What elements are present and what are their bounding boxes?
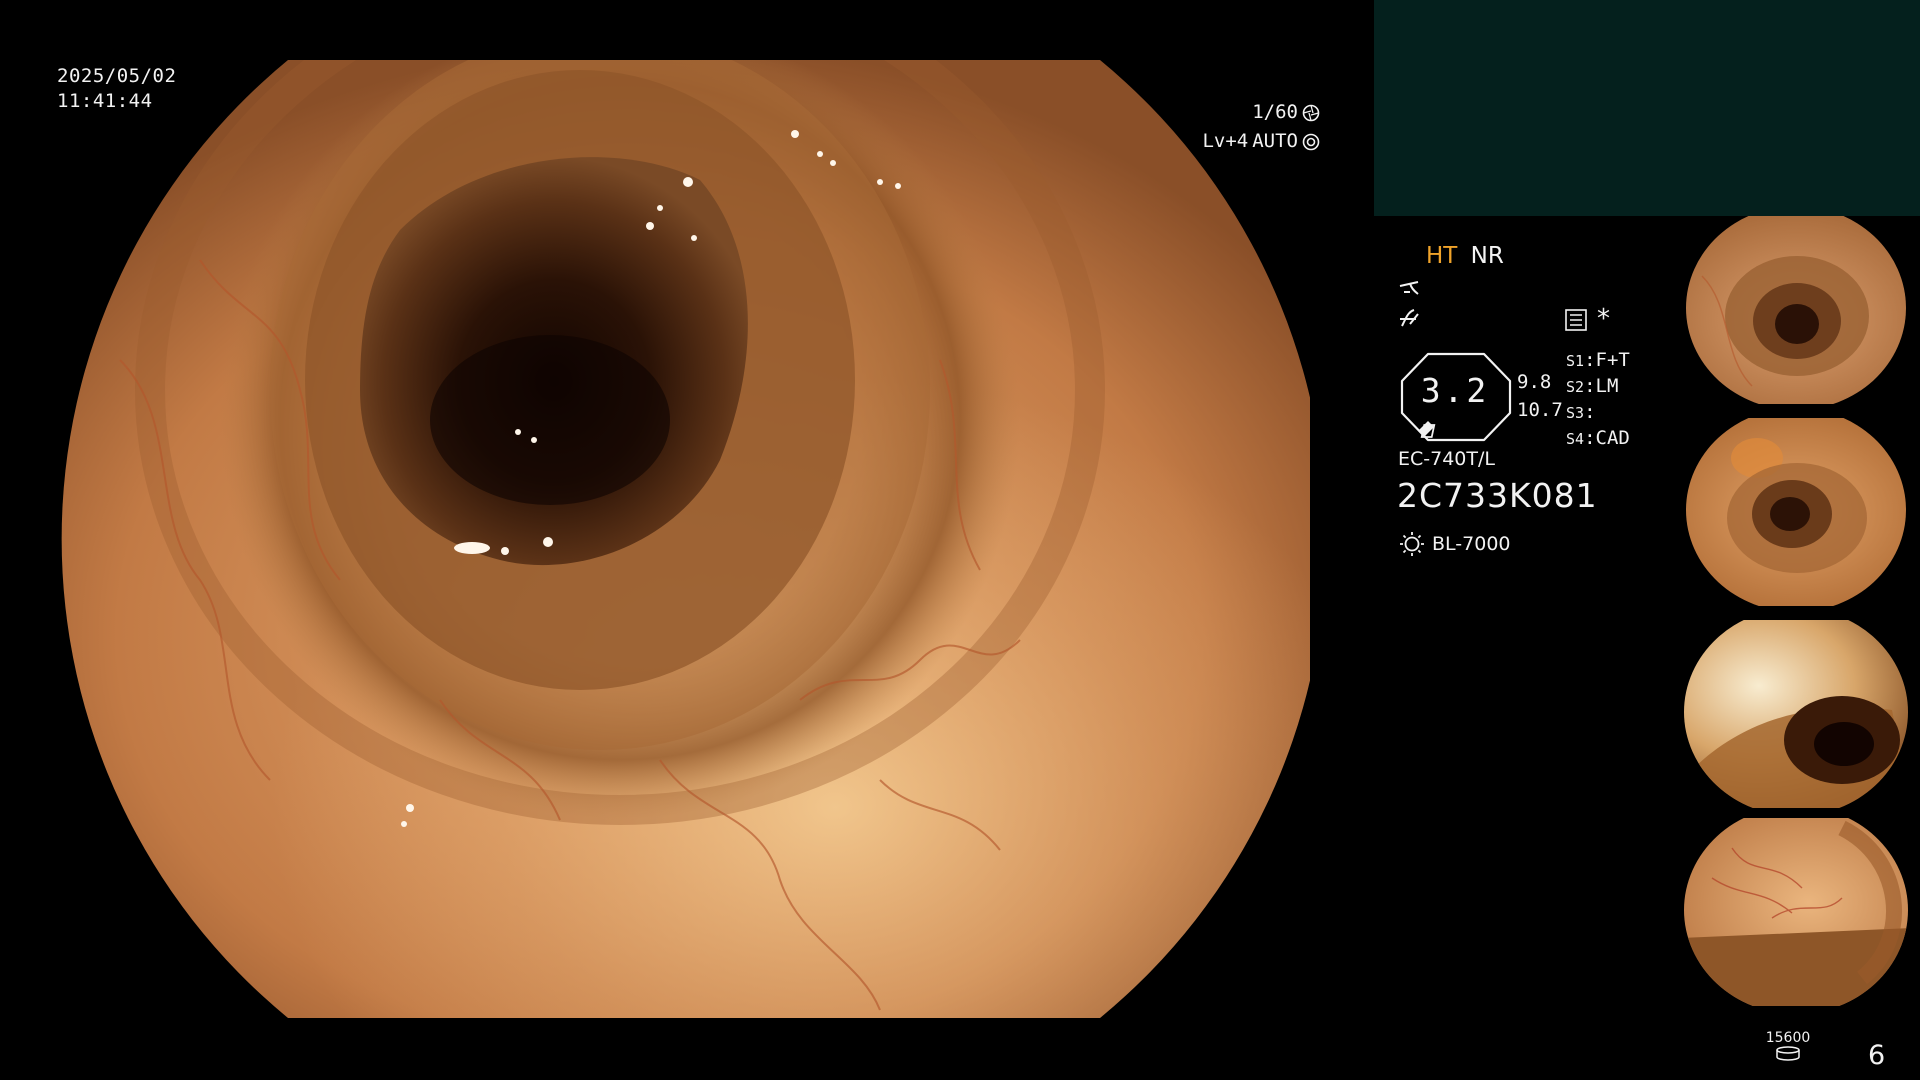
switch-row: S1:F+T <box>1566 349 1630 371</box>
color-enhance-icon <box>1396 306 1426 332</box>
param-value-2: 10.7 <box>1517 399 1563 421</box>
storage-disk-icon <box>1760 1046 1816 1062</box>
menu-list-icon <box>1564 308 1588 332</box>
exposure-overlay: 1/60 Lv+4 AUTO <box>1202 98 1320 156</box>
captured-image-thumbnail[interactable] <box>1672 418 1920 606</box>
image-mode-row: HT NR <box>1426 243 1504 269</box>
light-source-label: BL-7000 <box>1432 533 1511 555</box>
endoscopy-display: 2025/05/02 11:41:44 1/60 Lv+4 AUTO HT NR <box>0 0 1920 1080</box>
zoom-badge: 3.2 <box>1398 351 1514 443</box>
scope-model: EC-740T/L <box>1398 448 1495 470</box>
shutter-label: 1/60 <box>1252 101 1298 123</box>
param-values: 9.8 10.7 <box>1517 368 1563 424</box>
light-source-icon <box>1398 530 1426 558</box>
star-indicator: * <box>1597 304 1610 334</box>
scope-serial: 2C733K081 <box>1397 476 1598 515</box>
storage-counter: 15600 <box>1760 1030 1816 1062</box>
switch-assignment-list: S1:F+T S2:LM S3: S4:CAD <box>1566 348 1630 452</box>
captured-image-thumbnail[interactable] <box>1672 216 1920 404</box>
info-panel: HT NR * 3.2 9.8 10.7 S1:F+T S2:LM S3: S4… <box>1396 238 1686 578</box>
level-label: Lv+4 <box>1202 130 1249 152</box>
frame-count: 6 <box>1868 1040 1886 1071</box>
zoom-value: 3.2 <box>1420 371 1490 410</box>
time-label: 11:41:44 <box>57 90 153 112</box>
aperture-icon <box>1302 104 1320 122</box>
captured-image-thumbnail[interactable] <box>1672 620 1920 808</box>
structure-enhance-icon <box>1396 276 1426 302</box>
captured-image-thumbnail[interactable] <box>1672 818 1920 1006</box>
storage-count: 15600 <box>1765 1030 1811 1046</box>
switch-row: S4:CAD <box>1566 427 1630 449</box>
mode-ht-label: HT <box>1426 243 1458 269</box>
date-time-overlay: 2025/05/02 11:41:44 <box>57 64 176 114</box>
iris-mode-label: AUTO <box>1252 130 1298 152</box>
light-source-row: BL-7000 <box>1398 530 1511 558</box>
param-value-1: 9.8 <box>1517 371 1552 393</box>
colon-lumen-image <box>61 60 1310 1018</box>
mode-nr-label: NR <box>1470 243 1504 269</box>
iris-icon <box>1302 133 1320 151</box>
date-label: 2025/05/02 <box>57 65 177 87</box>
switch-row: S2:LM <box>1566 375 1619 397</box>
switch-row: S3: <box>1566 401 1596 423</box>
auxiliary-display-area <box>1374 0 1920 216</box>
endoscope-live-view <box>60 60 1310 1018</box>
